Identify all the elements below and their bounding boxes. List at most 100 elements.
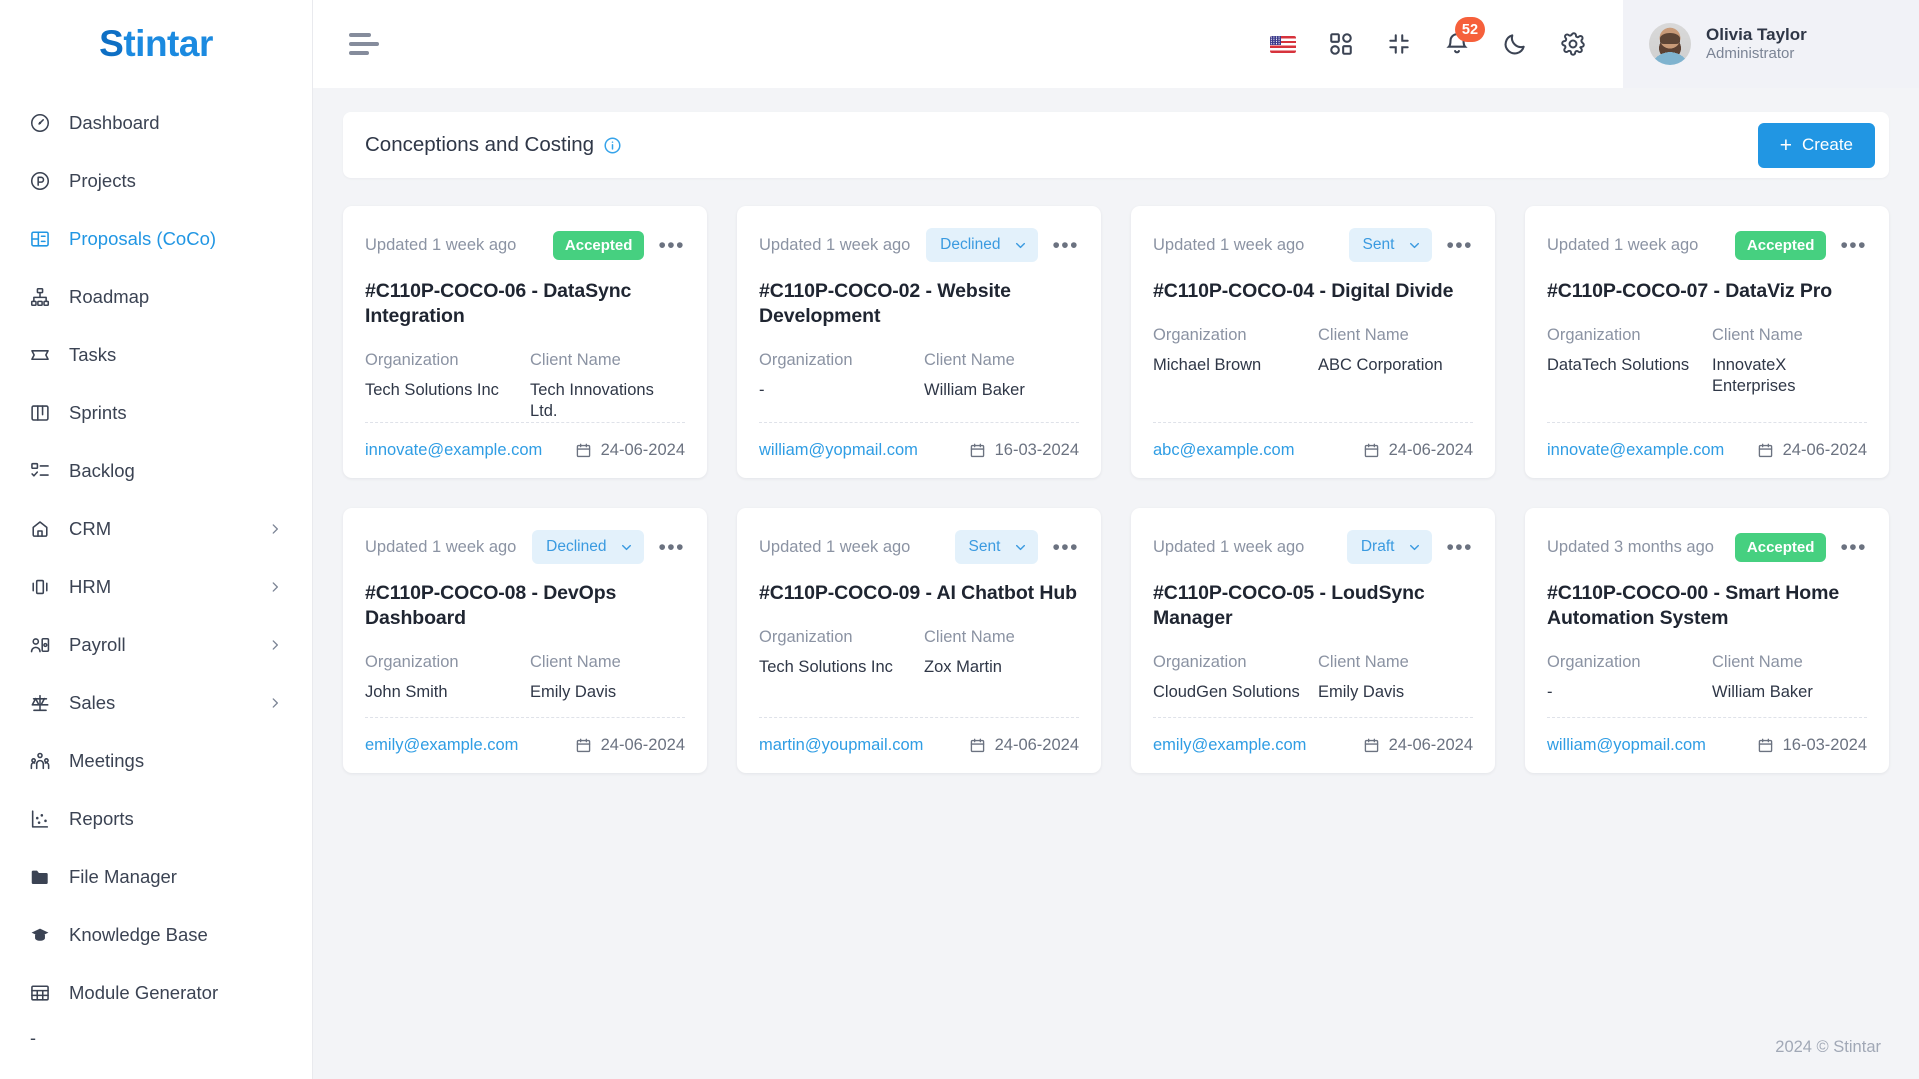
- bell-icon[interactable]: 52: [1443, 17, 1485, 58]
- organization-value: Tech Solutions Inc: [365, 380, 499, 399]
- sidebar-item-knowledge-base[interactable]: Knowledge Base: [0, 906, 312, 964]
- proposal-card[interactable]: Updated 1 week ago Draft ••• #C110P-COCO-05…: [1131, 508, 1495, 774]
- folder-icon: [28, 865, 52, 889]
- card-menu-button[interactable]: •••: [1442, 235, 1473, 256]
- chevron-right-icon[interactable]: [268, 638, 282, 652]
- sidebar-item-proposals-coco[interactable]: Proposals (CoCo): [0, 210, 312, 268]
- brand-logo[interactable]: Stintar: [0, 0, 312, 88]
- proposal-title[interactable]: #C110P-COCO-07 - DataViz Pro: [1547, 279, 1867, 304]
- organization-value: -: [1547, 683, 1553, 702]
- sidebar-item-hrm[interactable]: HRM: [0, 558, 312, 616]
- proposal-title[interactable]: #C110P-COCO-04 - Digital Divide: [1153, 279, 1473, 304]
- contact-email-link[interactable]: innovate@example.com: [1547, 441, 1724, 460]
- moon-icon[interactable]: [1501, 30, 1529, 58]
- updated-timestamp: Updated 1 week ago: [1547, 235, 1699, 254]
- status-dropdown-label: Sent: [968, 538, 1001, 556]
- hamburger-icon[interactable]: [349, 33, 379, 55]
- updated-timestamp: Updated 1 week ago: [365, 235, 517, 254]
- proposal-card[interactable]: Updated 1 week ago Declined ••• #C110P-COCO…: [343, 508, 707, 774]
- status-badge: Accepted: [552, 230, 645, 260]
- organization-field: Organization Tech Solutions Inc: [759, 628, 914, 678]
- sidebar-item-crm[interactable]: CRM: [0, 500, 312, 558]
- contact-email-link[interactable]: emily@example.com: [1153, 736, 1306, 755]
- proposal-card[interactable]: Updated 1 week ago Sent ••• #C110P-COCO-09 …: [737, 508, 1101, 774]
- sidebar-item-tasks[interactable]: Tasks: [0, 326, 312, 384]
- due-date-value: 24-06-2024: [1388, 441, 1473, 460]
- top-bar-icons: 52: [1269, 17, 1623, 58]
- card-menu-button[interactable]: •••: [1836, 235, 1867, 256]
- organization-value: DataTech Solutions: [1547, 355, 1690, 374]
- app-root: Stintar Dashboard Projects Proposals (CoCo…: [0, 0, 1919, 1079]
- tasks-icon: [28, 343, 52, 367]
- card-header: Updated 1 week ago Declined •••: [365, 530, 685, 565]
- sidebar-item-roadmap[interactable]: Roadmap: [0, 268, 312, 326]
- updated-timestamp: Updated 1 week ago: [1153, 235, 1305, 254]
- status-dropdown[interactable]: Sent: [1348, 228, 1433, 262]
- proposal-title[interactable]: #C110P-COCO-08 - DevOps Dashboard: [365, 581, 685, 631]
- apps-grid-icon[interactable]: [1327, 30, 1355, 58]
- client-name-label: Client Name: [1318, 325, 1409, 344]
- card-meta: Organization Tech Solutions Inc Client Nam…: [365, 351, 685, 422]
- user-profile-menu[interactable]: Olivia Taylor Administrator: [1623, 0, 1919, 88]
- contact-email-link[interactable]: william@yopmail.com: [1547, 736, 1706, 755]
- notification-badge: 52: [1455, 17, 1485, 42]
- card-footer: william@yopmail.com 16-03-2024: [1547, 717, 1867, 773]
- organization-field: Organization DataTech Solutions: [1547, 326, 1702, 397]
- card-menu-button[interactable]: •••: [1048, 537, 1079, 558]
- proposal-card[interactable]: Updated 1 week ago Accepted ••• #C110P-COCO…: [343, 206, 707, 479]
- proposal-title[interactable]: #C110P-COCO-05 - LoudSync Manager: [1153, 581, 1473, 631]
- card-menu-button[interactable]: •••: [1836, 537, 1867, 558]
- chevron-down-icon: [620, 541, 633, 554]
- card-header: Updated 1 week ago Sent •••: [759, 530, 1079, 565]
- client-name-value: Tech Innovations Ltd.: [530, 380, 654, 421]
- card-header: Updated 3 months ago Accepted •••: [1547, 530, 1867, 564]
- card-menu-button[interactable]: •••: [654, 537, 685, 558]
- gear-icon[interactable]: [1559, 30, 1587, 58]
- status-dropdown[interactable]: Sent: [954, 530, 1039, 565]
- proposal-card[interactable]: Updated 1 week ago Sent ••• #C110P-COCO-04 …: [1131, 206, 1495, 479]
- create-button[interactable]: + Create: [1757, 122, 1875, 168]
- sidebar-item-label: Knowledge Base: [69, 924, 208, 945]
- compress-icon[interactable]: [1385, 30, 1413, 58]
- sidebar-item-reports[interactable]: Reports: [0, 790, 312, 848]
- card-status: Accepted: [1734, 532, 1827, 562]
- proposal-title[interactable]: #C110P-COCO-00 - Smart Home Automation S…: [1547, 581, 1867, 631]
- sidebar-item-payroll[interactable]: Payroll: [0, 616, 312, 674]
- proposal-card[interactable]: Updated 1 week ago Declined ••• #C110P-COCO…: [737, 206, 1101, 479]
- contact-email-link[interactable]: martin@youpmail.com: [759, 736, 923, 755]
- info-circle-icon[interactable]: [603, 136, 622, 155]
- sidebar-item-file-manager[interactable]: File Manager: [0, 848, 312, 906]
- due-date-value: 16-03-2024: [1782, 736, 1867, 755]
- chevron-right-icon[interactable]: [268, 696, 282, 710]
- card-menu-button[interactable]: •••: [1048, 235, 1079, 256]
- due-date: 24-06-2024: [1363, 441, 1473, 460]
- organization-field: Organization Tech Solutions Inc: [365, 351, 520, 422]
- client-name-value: Emily Davis: [530, 683, 617, 702]
- status-dropdown[interactable]: Declined: [926, 228, 1039, 262]
- due-date: 16-03-2024: [1757, 736, 1867, 755]
- contact-email-link[interactable]: emily@example.com: [365, 736, 518, 755]
- chevron-right-icon[interactable]: [268, 580, 282, 594]
- card-menu-button[interactable]: •••: [654, 235, 685, 256]
- proposal-title[interactable]: #C110P-COCO-06 - DataSync Integration: [365, 279, 685, 329]
- sidebar-item-truncated[interactable]: -: [0, 1022, 312, 1049]
- sidebar-item-meetings[interactable]: Meetings: [0, 732, 312, 790]
- language-flag-icon[interactable]: [1269, 30, 1297, 58]
- contact-email-link[interactable]: innovate@example.com: [365, 441, 542, 460]
- proposal-card[interactable]: Updated 1 week ago Accepted ••• #C110P-COCO…: [1525, 206, 1889, 479]
- contact-email-link[interactable]: abc@example.com: [1153, 441, 1294, 460]
- sidebar-item-sprints[interactable]: Sprints: [0, 384, 312, 442]
- card-menu-button[interactable]: •••: [1442, 537, 1473, 558]
- proposal-title[interactable]: #C110P-COCO-02 - Website Development: [759, 279, 1079, 329]
- proposal-title[interactable]: #C110P-COCO-09 - AI Chatbot Hub: [759, 581, 1079, 606]
- contact-email-link[interactable]: william@yopmail.com: [759, 441, 918, 460]
- proposal-card[interactable]: Updated 3 months ago Accepted ••• #C110P-CO…: [1525, 508, 1889, 774]
- status-dropdown[interactable]: Declined: [532, 530, 645, 565]
- sidebar-item-sales[interactable]: Sales: [0, 674, 312, 732]
- sidebar-item-dashboard[interactable]: Dashboard: [0, 94, 312, 152]
- status-dropdown[interactable]: Draft: [1346, 530, 1433, 565]
- sidebar-item-module-generator[interactable]: Module Generator: [0, 964, 312, 1022]
- sidebar-item-backlog[interactable]: Backlog: [0, 442, 312, 500]
- chevron-right-icon[interactable]: [268, 522, 282, 536]
- sidebar-item-projects[interactable]: Projects: [0, 152, 312, 210]
